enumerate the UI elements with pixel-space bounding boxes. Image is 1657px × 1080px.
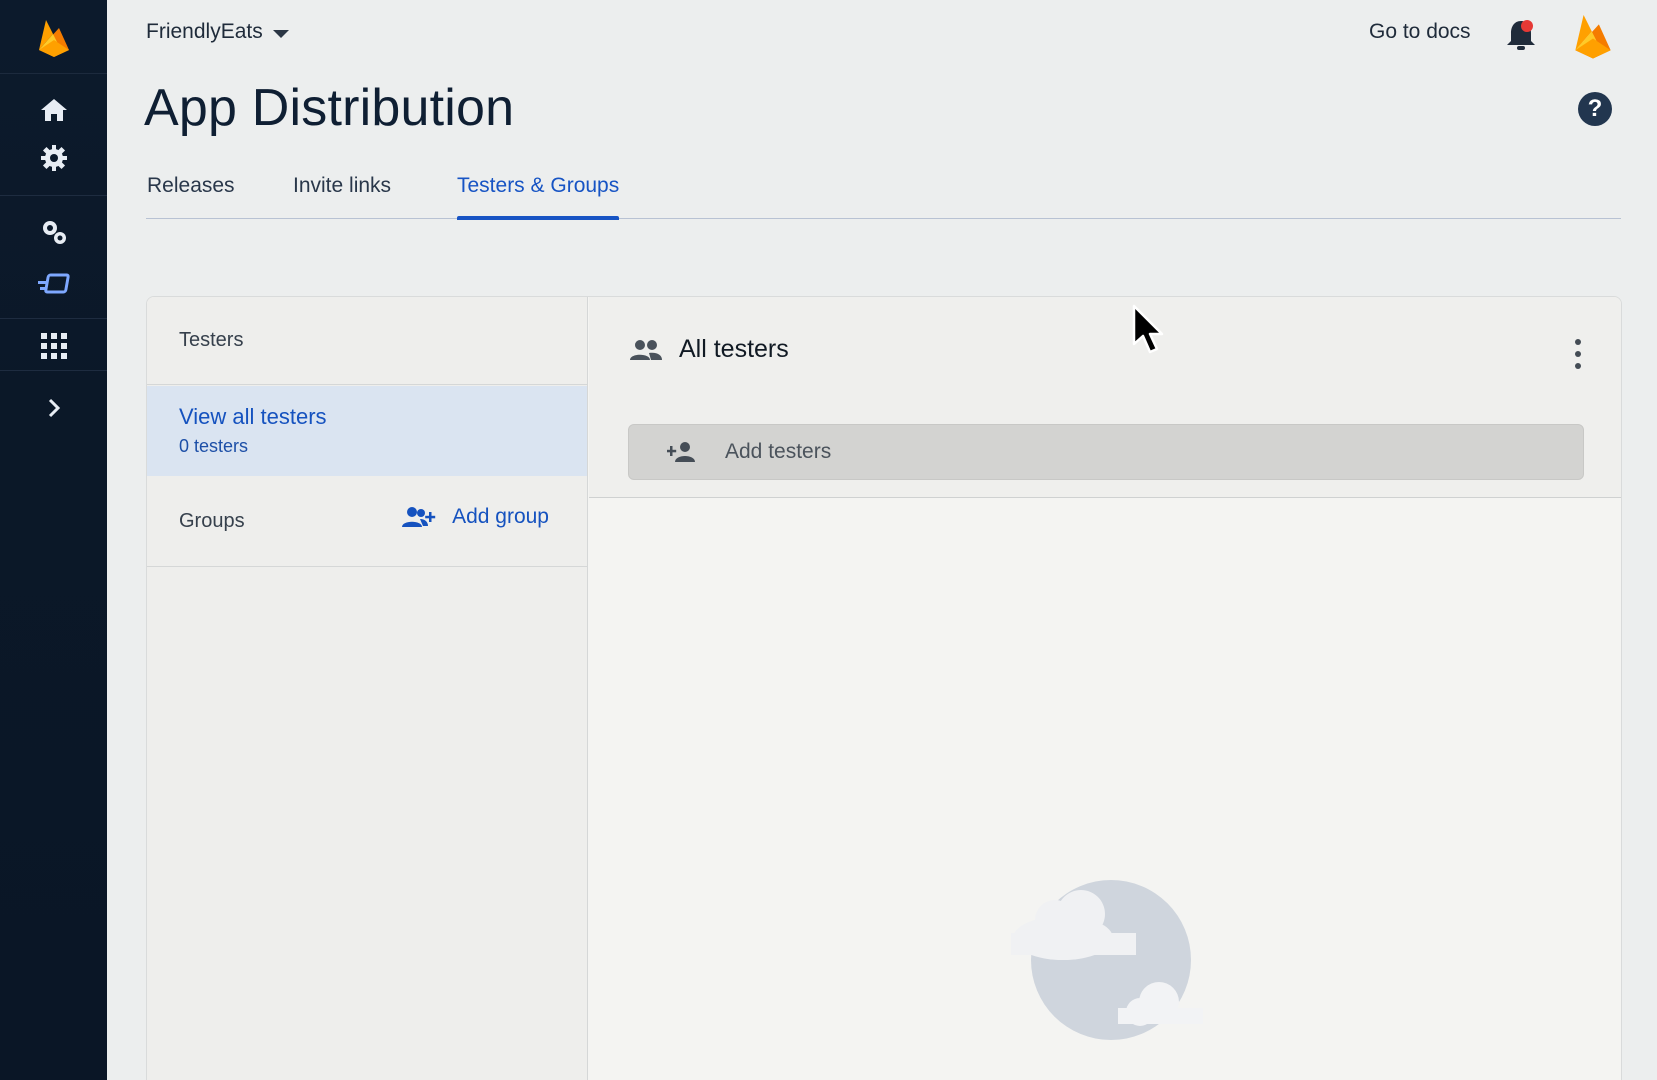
apps-grid-icon[interactable] — [0, 330, 107, 362]
people-icon — [630, 339, 662, 360]
project-name: FriendlyEats — [146, 20, 263, 43]
more-vert-icon[interactable] — [1573, 339, 1583, 369]
add-person-icon — [667, 442, 695, 462]
testers-sidebar: Testers View all testers 0 testers Group… — [147, 297, 588, 1080]
view-all-testers-label: View all testers — [179, 404, 327, 429]
view-all-testers-item[interactable]: View all testers 0 testers — [147, 386, 587, 476]
avatar-firebase-icon[interactable] — [1573, 10, 1613, 65]
add-testers-button[interactable]: Add testers — [628, 424, 1584, 480]
empty-state-clouds — [1003, 878, 1203, 1053]
add-group-button[interactable]: Add group — [402, 505, 549, 529]
all-testers-header: All testers Add testers — [589, 297, 1621, 498]
caret-down-icon — [272, 29, 289, 38]
groups-label: Groups — [179, 510, 245, 532]
sidebar-divider — [0, 318, 107, 319]
testers-heading: Testers — [147, 297, 587, 385]
project-selector[interactable]: FriendlyEats — [146, 20, 289, 44]
mouse-cursor — [1132, 304, 1166, 361]
sidebar-divider — [0, 195, 107, 196]
add-group-label: Add group — [452, 505, 549, 528]
tab-testers-groups[interactable]: Testers & Groups — [457, 174, 620, 220]
all-testers-title: All testers — [679, 335, 789, 363]
bell-icon[interactable] — [1505, 18, 1537, 57]
gear-icon[interactable] — [0, 142, 107, 174]
firebase-logo[interactable] — [0, 0, 107, 74]
sidebar-nav — [0, 0, 107, 1080]
extensions-icon[interactable] — [0, 216, 107, 248]
go-to-docs-link[interactable]: Go to docs — [1369, 20, 1471, 44]
testers-groups-panel: Testers View all testers 0 testers Group… — [146, 296, 1622, 1080]
sidebar-divider — [0, 370, 107, 371]
page-title: App Distribution — [144, 79, 515, 137]
tab-bar: Releases Invite links Testers & Groups — [146, 160, 1621, 220]
add-testers-label: Add testers — [725, 440, 832, 463]
chevron-right-icon[interactable] — [0, 392, 107, 424]
testers-count: 0 testers — [179, 436, 249, 456]
all-testers-title-row: All testers — [629, 335, 789, 364]
firebase-logo-icon — [38, 19, 69, 57]
app-distribution-icon[interactable] — [0, 268, 107, 300]
help-icon[interactable]: ? — [1578, 92, 1612, 126]
add-group-icon — [402, 507, 436, 527]
tab-invite-links[interactable]: Invite links — [293, 174, 391, 218]
home-icon[interactable] — [0, 94, 107, 126]
tab-releases[interactable]: Releases — [147, 174, 235, 218]
groups-row: Groups Add group — [147, 477, 587, 567]
